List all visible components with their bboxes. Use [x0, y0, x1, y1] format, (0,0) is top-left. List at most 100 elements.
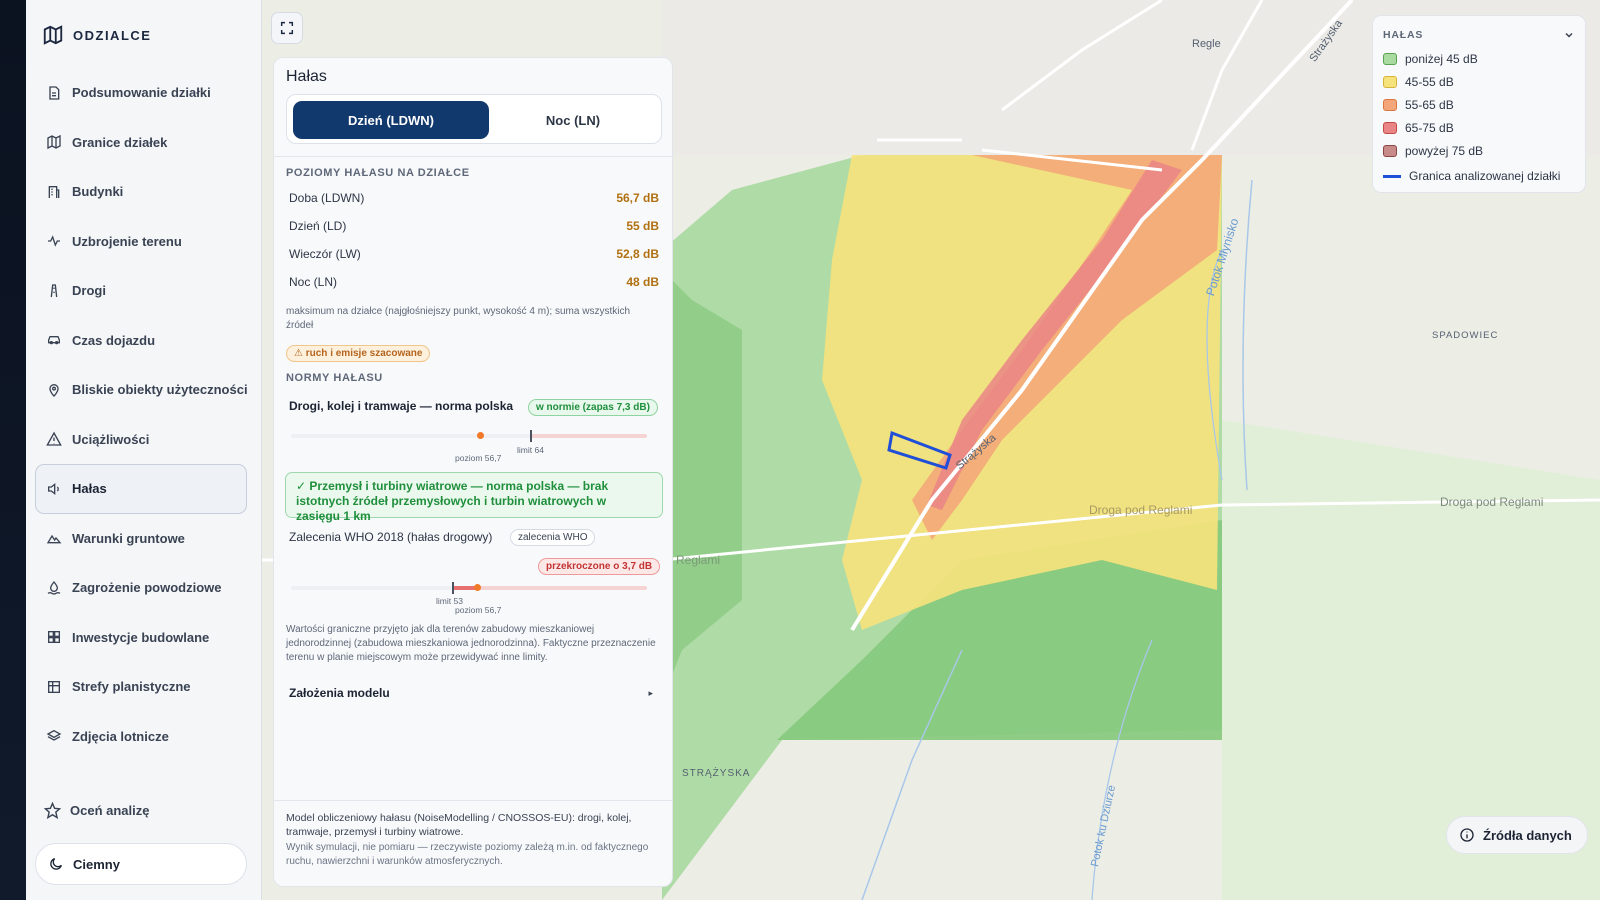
building-icon	[48, 185, 60, 198]
legend-boundary-label: Granica analizowanej działki	[1409, 169, 1561, 183]
who-bar-over	[453, 586, 647, 590]
legend-boundary: Granica analizowanej działki	[1383, 169, 1560, 183]
sidebar-item-label: Zagrożenie powodziowe	[72, 580, 222, 596]
speaker-icon	[48, 482, 59, 495]
sidebar-item-1[interactable]: Podsumowanie działki	[35, 68, 247, 118]
who-bar-ok	[291, 586, 453, 590]
panel-title: Hałas	[286, 68, 327, 85]
grid-icon	[48, 631, 60, 644]
sidebar-item-3[interactable]: Budynki	[35, 167, 247, 217]
sidebar-item-label: Uzbrojenie terenu	[72, 233, 182, 249]
legend-item: powyżej 75 dB	[1383, 144, 1483, 158]
map-label-regle: Regle	[1192, 38, 1221, 50]
brand[interactable]: ODZIALCE	[42, 24, 151, 46]
star-icon	[44, 802, 61, 819]
sidebar-item-13[interactable]: Strefy planistyczne	[35, 662, 247, 712]
level-row: Dzień (LD) 55 dB	[286, 219, 662, 233]
sidebar-item-label: Drogi	[72, 283, 106, 299]
map-logo-icon	[43, 25, 63, 45]
model-assumptions-toggle[interactable]: Założenia modelu ▸	[289, 681, 653, 705]
norm-road-title: Drogi, kolej i tramwaje — norma polska	[289, 399, 514, 413]
legend-label: 65-75 dB	[1405, 121, 1454, 135]
nav-list: Podsumowanie działki Granice działek Budyn…	[35, 68, 248, 762]
data-sources-button[interactable]: Źródła danych	[1446, 816, 1588, 854]
sidebar-item-11[interactable]: Zagrożenie powodziowe	[35, 563, 247, 613]
noise-legend: HAŁAS poniżej 45 dB 45-55 dB 55-65 dB 65-75…	[1372, 15, 1586, 193]
sidebar-item-label: Inwestycje budowlane	[72, 629, 210, 645]
sidebar-item-7[interactable]: Bliskie obiekty użyteczności	[35, 365, 248, 415]
sidebar-item-8[interactable]: Uciążliwości	[35, 415, 247, 465]
legend-item: poniżej 45 dB	[1383, 52, 1478, 66]
level-label: Wieczór (LW)	[289, 247, 361, 261]
document-icon	[49, 86, 60, 100]
who-title: Zalecenia WHO 2018 (hałas drogowy)	[289, 530, 493, 544]
panel-footer: Model obliczeniowy hałasu (NoiseModellin…	[274, 800, 672, 886]
estimate-badge: ⚠ ruch i emisje szacowane	[286, 345, 431, 362]
theme-label: Ciemny	[73, 856, 120, 872]
sidebar-item-10[interactable]: Warunki gruntowe	[35, 514, 247, 564]
level-row: Doba (LDWN) 56,7 dB	[286, 191, 662, 205]
theme-toggle-button[interactable]: Ciemny	[35, 843, 247, 885]
tab-day[interactable]: Dzień (LDWN)	[293, 101, 489, 139]
sources-label: Źródła danych	[1483, 827, 1572, 843]
sidebar-item-label: Strefy planistyczne	[72, 679, 191, 695]
map-label-reglami: Reglami	[676, 553, 721, 567]
norm-road-badge: w normie (zapas 7,3 dB)	[528, 399, 658, 416]
sidebar-item-5[interactable]: Drogi	[35, 266, 247, 316]
limits-note: Wartości graniczne przyjęto jak dla tere…	[286, 624, 656, 663]
legend-title: HAŁAS	[1383, 29, 1424, 41]
caret-right-icon: ▸	[648, 687, 653, 698]
sidebar-item-4[interactable]: Uzbrojenie terenu	[35, 217, 247, 267]
expand-icon	[280, 21, 294, 35]
level-label: Noc (LN)	[289, 275, 338, 289]
noise-panel: Hałas Dzień (LDWN) Noc (LN) POZIOMY HAŁA…	[273, 57, 673, 887]
period-toggle: Dzień (LDWN) Noc (LN)	[286, 94, 662, 144]
legend-item: 45-55 dB	[1383, 75, 1454, 89]
sidebar-item-2[interactable]: Granice działek	[35, 118, 247, 168]
level-value: 56,7 dB	[616, 191, 659, 205]
brand-name: ODZIALCE	[73, 27, 152, 43]
legend-swatch	[1383, 145, 1397, 157]
sidebar-item-12[interactable]: Inwestycje budowlane	[35, 613, 247, 663]
level-label: Doba (LDWN)	[289, 191, 365, 205]
norm-road-bar-ok	[291, 434, 531, 438]
sidebar-item-label: Budynki	[72, 184, 124, 200]
norm-road-level-marker	[477, 432, 484, 439]
norm-road-level-label: poziom 56,7	[455, 453, 502, 463]
footer-model-text: Model obliczeniowy hałasu (NoiseModellin…	[286, 812, 632, 838]
map-label-strazyska-south: STRĄŻYSKA	[682, 768, 751, 779]
tab-night[interactable]: Noc (LN)	[489, 101, 657, 139]
norm-road-bar-over	[531, 434, 647, 438]
sidebar-item-label: Zdjęcia lotnicze	[72, 728, 169, 744]
sidebar-item-6[interactable]: Czas dojazdu	[35, 316, 247, 366]
rate-analysis-button[interactable]: Oceń analizę	[44, 802, 149, 819]
who-level-marker	[474, 584, 481, 591]
map-label-droga-2: Droga pod Reglami	[1440, 495, 1544, 509]
norm-road-limit-tick	[530, 430, 532, 442]
road-icon	[50, 284, 58, 297]
rate-label: Oceń analizę	[70, 803, 150, 818]
norm-road-limit-label: limit 64	[517, 445, 544, 455]
sidebar-item-label: Warunki gruntowe	[72, 530, 185, 546]
sidebar-item-label: Czas dojazdu	[72, 332, 156, 348]
sidebar-item-14[interactable]: Zdjęcia lotnicze	[35, 712, 247, 762]
table-icon	[48, 680, 60, 693]
legend-boundary-line	[1383, 174, 1401, 178]
fullscreen-button[interactable]	[271, 12, 303, 44]
sidebar-item-9[interactable]: Hałas	[35, 464, 247, 514]
level-value: 48 dB	[626, 275, 659, 289]
info-icon	[1460, 828, 1474, 842]
sidebar-item-label: Granice działek	[72, 134, 168, 150]
mountain-icon	[46, 535, 62, 544]
level-label: Dzień (LD)	[289, 219, 347, 233]
moon-icon	[50, 858, 62, 870]
legend-swatch	[1383, 122, 1397, 134]
legend-label: poniżej 45 dB	[1405, 52, 1478, 66]
legend-label: 55-65 dB	[1405, 98, 1454, 112]
chevron-down-icon[interactable]	[1563, 29, 1575, 41]
legend-label: 45-55 dB	[1405, 75, 1454, 89]
sidebar-item-label: Uciążliwości	[72, 431, 150, 447]
sidebar-item-label: Podsumowanie działki	[72, 85, 211, 101]
level-row: Wieczór (LW) 52,8 dB	[286, 247, 662, 261]
layers-icon	[46, 730, 62, 742]
